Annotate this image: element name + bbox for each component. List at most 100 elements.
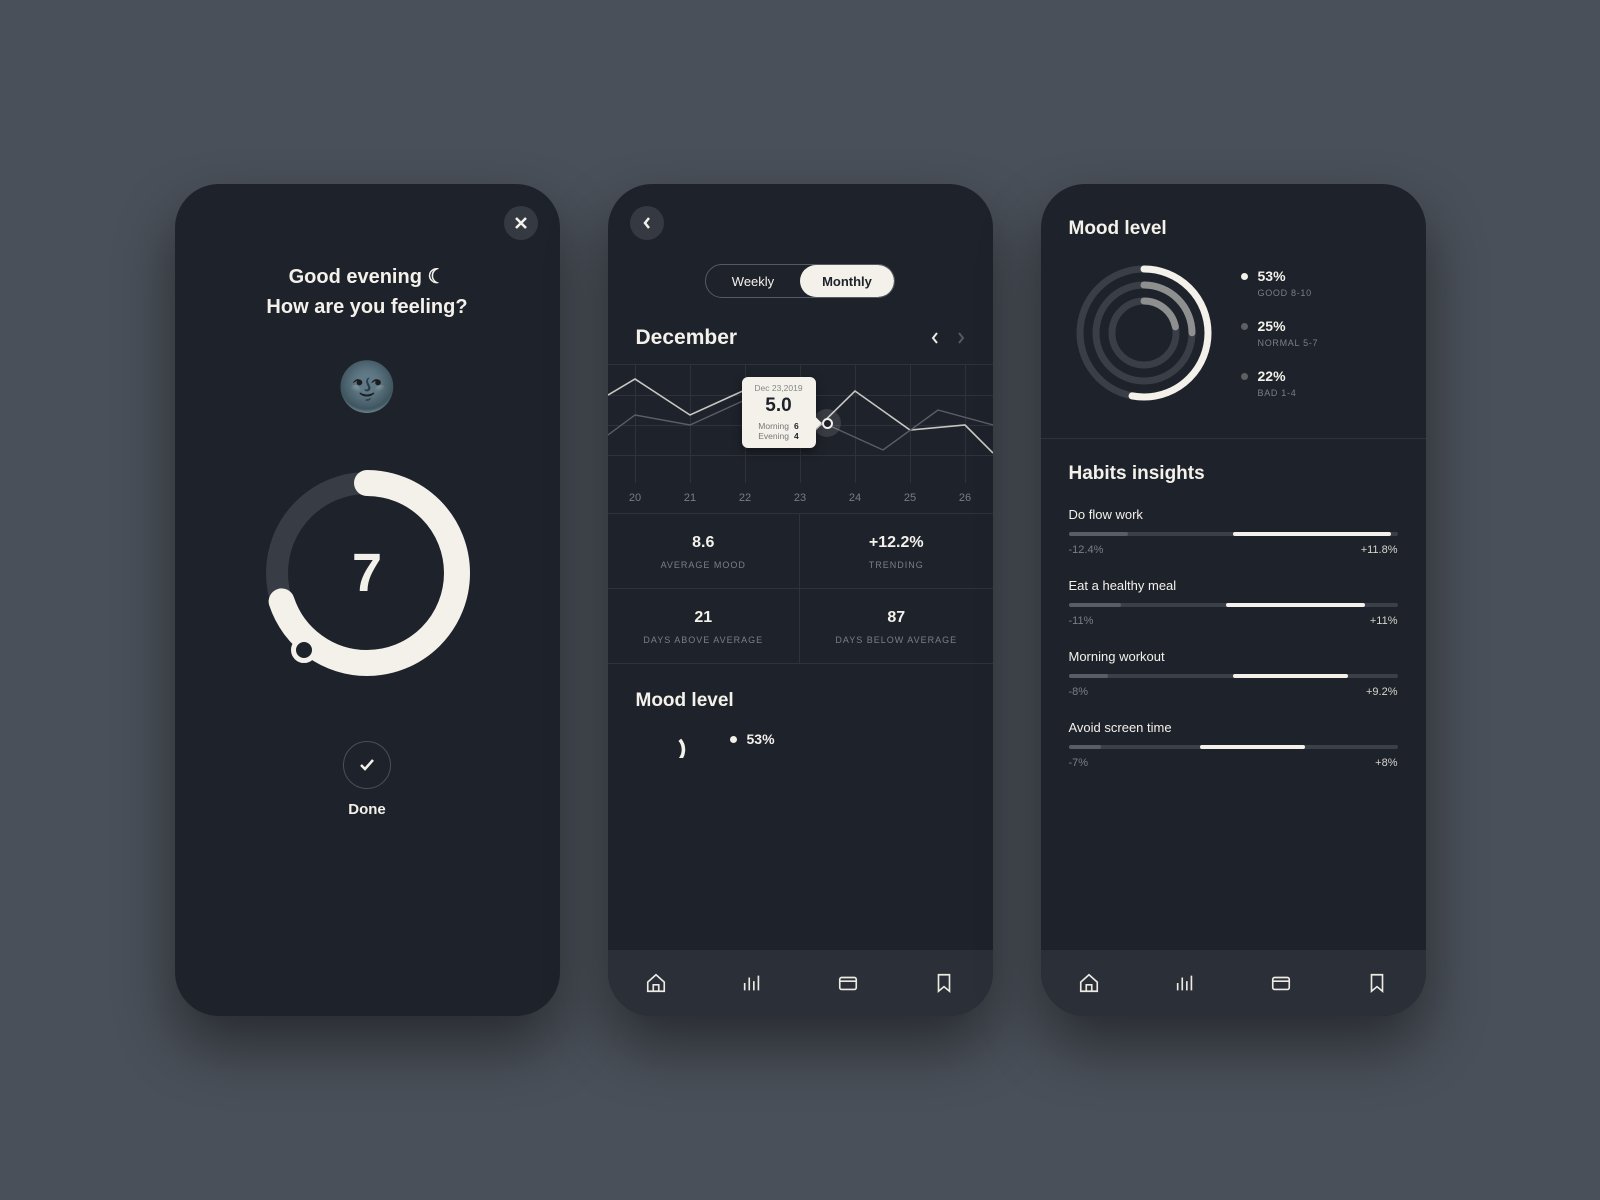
habit-neg: -7% (1069, 757, 1089, 769)
month-next-button[interactable] (957, 332, 965, 344)
stat-label: TRENDING (810, 560, 983, 570)
legend-dot-icon (730, 736, 737, 743)
stat-label: DAYS ABOVE AVERAGE (618, 635, 790, 645)
tab-cards[interactable] (1268, 970, 1294, 996)
bookmark-icon (1366, 972, 1388, 994)
check-icon (358, 756, 376, 774)
habits-insights-title: Habits insights (1069, 463, 1398, 485)
stat-label: DAYS BELOW AVERAGE (810, 635, 983, 645)
mood-level-title: Mood level (1069, 218, 1398, 240)
habit-name: Eat a healthy meal (1069, 578, 1398, 593)
tab-home[interactable] (1076, 970, 1102, 996)
stat-cell: 21DAYS ABOVE AVERAGE (608, 589, 801, 664)
legend-dot-icon (1241, 373, 1248, 380)
legend-sub: BAD 1-4 (1258, 388, 1297, 398)
legend-dot-icon (1241, 323, 1248, 330)
legend-sub: NORMAL 5-7 (1258, 338, 1319, 348)
habit-bar (1069, 532, 1398, 536)
x-tick: 24 (828, 483, 883, 513)
stat-cell: 87 DAYS BELOW AVERAGE (800, 589, 993, 664)
legend-dot-icon (1241, 273, 1248, 280)
home-icon (645, 972, 667, 994)
habit-name: Avoid screen time (1069, 720, 1398, 735)
screen-insights: Mood level 53% GOOD 8-10 25% NORMAL 5-7 22% B… (1041, 184, 1426, 1016)
mood-dial[interactable]: 7 (257, 463, 477, 683)
habit-pos: +11.8% (1361, 544, 1398, 556)
habit-pos: +9.2% (1366, 686, 1398, 698)
greeting-line-2: How are you feeling? (175, 292, 560, 322)
screen-mood-entry: Good evening ☾ How are you feeling? 🌚 7 … (175, 184, 560, 1016)
habit-name: Do flow work (1069, 507, 1398, 522)
habit-name: Morning workout (1069, 649, 1398, 664)
habit-row: Morning workout -8% +9.2% (1069, 649, 1398, 698)
tab-cards[interactable] (835, 970, 861, 996)
close-button[interactable] (504, 206, 538, 240)
card-icon (837, 972, 859, 994)
habit-pos: +8% (1375, 757, 1397, 769)
mood-dial-knob[interactable] (291, 637, 317, 663)
chart-marker (822, 418, 833, 429)
done-button[interactable] (343, 741, 391, 789)
month-prev-button[interactable] (931, 332, 939, 344)
tab-stats[interactable] (739, 970, 765, 996)
habit-bar (1069, 603, 1398, 607)
legend-row: 25% NORMAL 5-7 (1241, 318, 1319, 348)
legend-sub: GOOD 8-10 (1258, 288, 1312, 298)
close-icon (514, 216, 528, 230)
mood-level-legend: 53% GOOD 8-10 25% NORMAL 5-7 22% BAD 1-4 (1241, 268, 1319, 398)
habit-neg: -12.4% (1069, 544, 1104, 556)
x-tick: 22 (718, 483, 773, 513)
stat-value: 8.6 (618, 534, 790, 552)
greeting: Good evening ☾ How are you feeling? (175, 262, 560, 322)
x-tick: 26 (938, 483, 993, 513)
bars-icon (741, 972, 763, 994)
habits-list: Do flow work -12.4% +11.8% Eat a healthy me… (1069, 507, 1398, 769)
divider (1041, 438, 1426, 439)
segment-monthly[interactable]: Monthly (800, 265, 894, 297)
habit-neg: -11% (1069, 615, 1094, 627)
mood-level-preview: 53% (608, 720, 993, 758)
back-button[interactable] (630, 206, 664, 240)
period-segmented-control: Weekly Monthly (705, 264, 895, 298)
home-icon (1078, 972, 1100, 994)
x-tick: 25 (883, 483, 938, 513)
x-tick: 20 (608, 483, 663, 513)
tab-stats[interactable] (1172, 970, 1198, 996)
chart-tooltip: Dec 23,2019 5.0 Morning6 Evening4 (742, 377, 816, 448)
legend-row: 22% BAD 1-4 (1241, 368, 1319, 398)
card-icon (1270, 972, 1292, 994)
stat-value: 87 (810, 609, 983, 627)
tab-bar (608, 950, 993, 1016)
mood-line-chart[interactable]: Dec 23,2019 5.0 Morning6 Evening4 202122… (608, 364, 993, 514)
habit-neg: -8% (1069, 686, 1089, 698)
mood-dial-value: 7 (257, 463, 477, 683)
stat-cell: +12.2% TRENDING (800, 514, 993, 589)
legend-pct: 25% (1258, 318, 1319, 334)
screen-trends: Weekly Monthly December Dec 23,2019 5.0 … (608, 184, 993, 1016)
habit-bar (1069, 674, 1398, 678)
mood-level-title: Mood level (608, 664, 993, 720)
chevron-left-icon (643, 217, 651, 229)
legend-pct: 53% (1258, 268, 1312, 284)
stat-cell: 8.6 AVERAGE MOOD (608, 514, 801, 589)
bookmark-icon (933, 972, 955, 994)
tab-bar (1041, 950, 1426, 1016)
tab-home[interactable] (643, 970, 669, 996)
segment-weekly[interactable]: Weekly (706, 265, 800, 297)
habit-row: Avoid screen time -7% +8% (1069, 720, 1398, 769)
tab-bookmarks[interactable] (1364, 970, 1390, 996)
x-tick: 21 (663, 483, 718, 513)
stat-label: AVERAGE MOOD (618, 560, 790, 570)
chart-x-axis: 20212223242526 (608, 483, 993, 513)
tab-bookmarks[interactable] (931, 970, 957, 996)
legend-pct: 22% (1258, 368, 1297, 384)
habit-bar (1069, 745, 1398, 749)
greeting-line-1: Good evening ☾ (175, 262, 560, 292)
habit-pos: +11% (1370, 615, 1398, 627)
stats-grid: 8.6 AVERAGE MOOD +12.2% TRENDING 21DAYS ABOV… (608, 514, 993, 664)
stat-value: +12.2% (810, 534, 983, 552)
legend-row: 53% GOOD 8-10 (1241, 268, 1319, 298)
tooltip-value: 5.0 (746, 395, 812, 417)
mood-level-rings: 53% GOOD 8-10 25% NORMAL 5-7 22% BAD 1-4 (1069, 258, 1398, 408)
bars-icon (1174, 972, 1196, 994)
